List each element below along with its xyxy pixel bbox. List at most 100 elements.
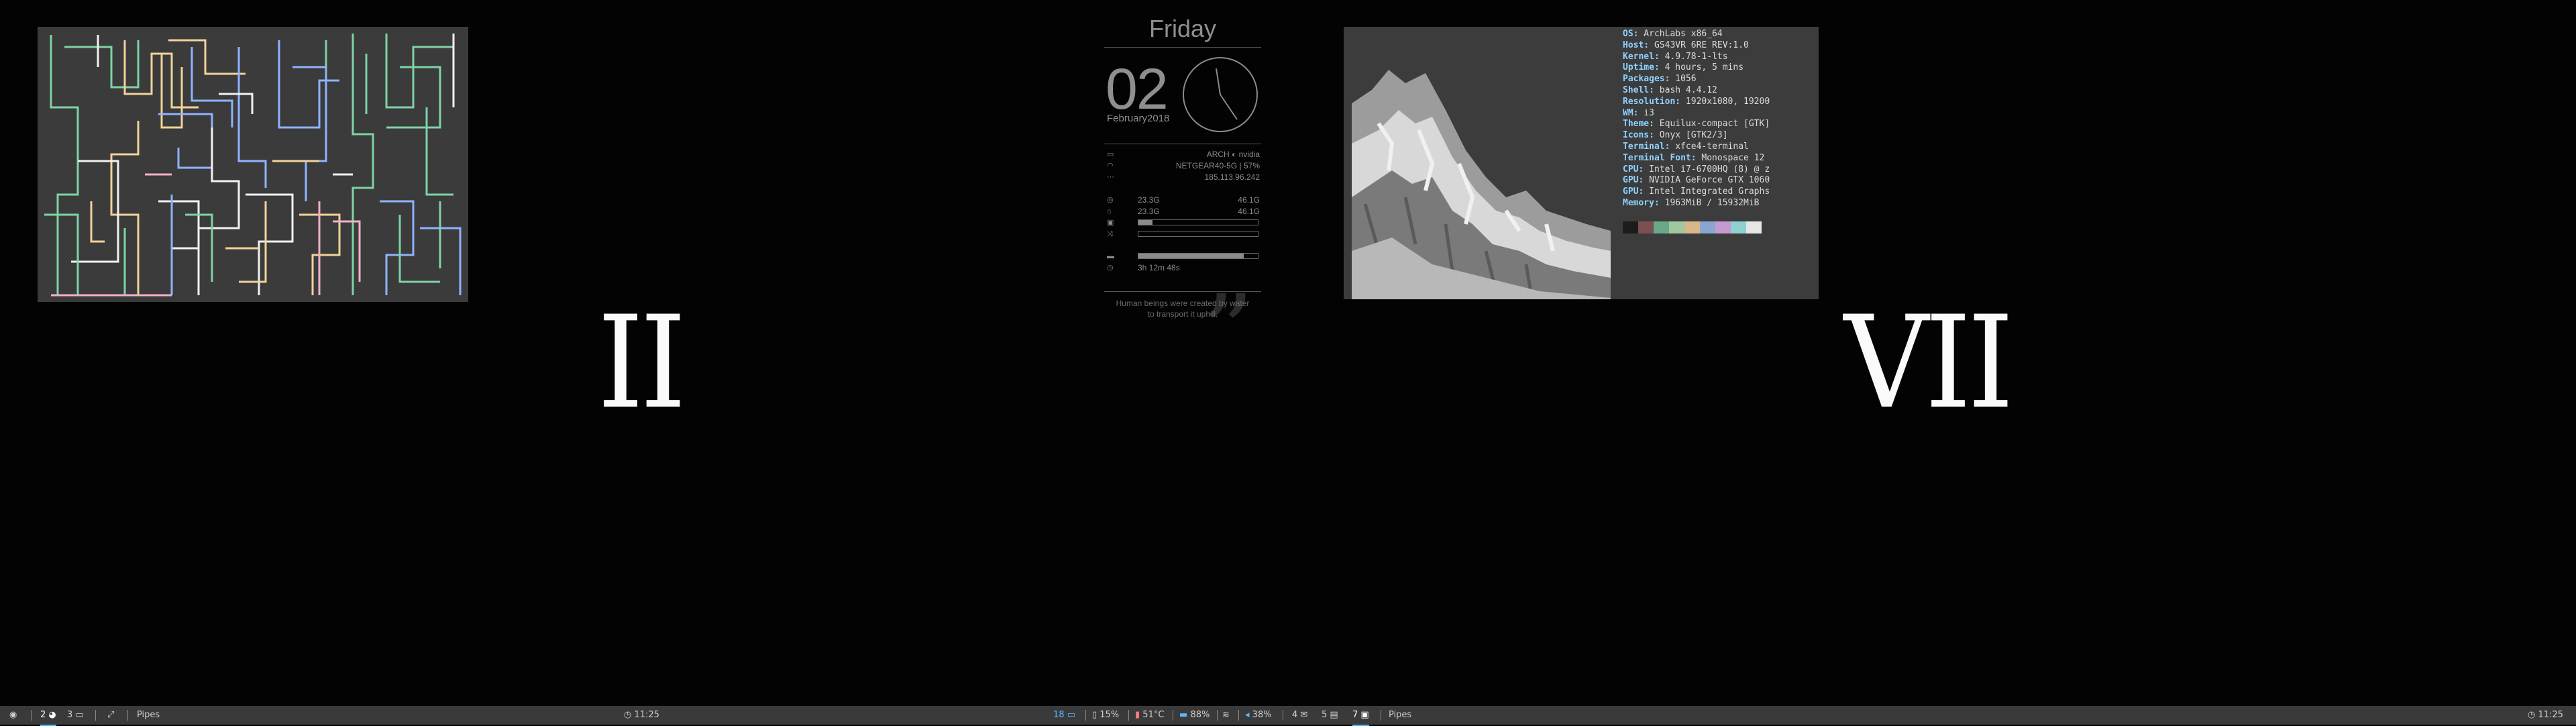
- uptime-label: 3h 12m 48s: [1138, 263, 1180, 272]
- battery-bar: [1138, 253, 1258, 259]
- palette-swatch: [1746, 221, 1762, 234]
- arch-menu-icon[interactable]: ◉: [9, 706, 17, 725]
- neofetch-key: Theme:: [1623, 119, 1654, 129]
- disk-icon: ◎: [1107, 196, 1114, 204]
- palette-swatch: [1623, 221, 1638, 234]
- palette-swatch: [1731, 221, 1746, 234]
- ip-label: 185.113.96.242: [1204, 172, 1260, 182]
- neofetch-value: bash 4.4.12: [1654, 85, 1717, 95]
- workspace-5[interactable]: 5 ▤: [1322, 706, 1338, 725]
- neofetch-value: xfce4-terminal: [1670, 141, 1749, 152]
- neofetch-info: OS: ArchLabs x86_64 Host: GS43VR 6RE REV:…: [1623, 29, 1770, 209]
- distro-label: ARCH: [1206, 150, 1230, 159]
- gpu-label: nvidia: [1238, 150, 1260, 159]
- pipes-window[interactable]: [38, 27, 468, 302]
- neofetch-key: Uptime:: [1623, 62, 1660, 73]
- quote-text: Human beings were created by water to tr…: [1116, 299, 1250, 319]
- neofetch-value: i3: [1638, 107, 1654, 118]
- neofetch-value: NVIDIA GeForce GTX 1060: [1644, 175, 1770, 186]
- workspace-indicator[interactable]: 18 ▭: [1053, 706, 1075, 725]
- nvidia-icon: ◐: [1232, 150, 1237, 159]
- neofetch-line: Terminal: xfce4-terminal: [1623, 142, 1770, 153]
- neofetch-value: Equilux-compact [GTK]: [1654, 119, 1770, 129]
- neofetch-line: CPU: Intel i7-6700HQ (8) @ z: [1623, 164, 1770, 176]
- neofetch-value: Intel i7-6700HQ (8) @ z: [1644, 164, 1770, 174]
- separator: [95, 710, 96, 721]
- neofetch-key: Terminal Font:: [1623, 152, 1697, 163]
- network-label: NETGEAR40-5G | 57%: [1175, 161, 1260, 170]
- cpu-status: ▯ 15%: [1092, 706, 1119, 725]
- conky-day: Friday: [1148, 15, 1217, 42]
- workspace-7[interactable]: 7 ▣: [1352, 706, 1369, 726]
- neofetch-value: Intel Integrated Graphs: [1644, 187, 1770, 197]
- palette-swatch: [1669, 221, 1684, 234]
- neofetch-line: Shell: bash 4.4.12: [1623, 85, 1770, 97]
- separator: [1085, 710, 1086, 721]
- fullscreen-icon[interactable]: ⤢: [107, 706, 114, 725]
- wifi-status[interactable]: ≋: [1222, 706, 1230, 725]
- battery-icon: ▬: [1179, 710, 1188, 720]
- cpu-bar: [1138, 219, 1258, 225]
- clock-left: ◷ 11:25: [624, 706, 659, 725]
- battery-icon: ▬: [1107, 252, 1114, 260]
- neofetch-value: ArchLabs x86_64: [1638, 29, 1723, 39]
- volume-status[interactable]: ◂ 38%: [1245, 706, 1272, 725]
- neofetch-value: Onyx [GTK2/3]: [1654, 130, 1728, 141]
- cpu-value: 15%: [1099, 710, 1120, 720]
- terminal-icon: ▣: [1360, 710, 1369, 720]
- neofetch-line: Resolution: 1920x1080, 19200: [1623, 97, 1770, 108]
- separator: [127, 710, 128, 721]
- clock-text: 11:25: [634, 710, 659, 720]
- conky-widget: Friday 02 February2018 ▭ ARCH ◐ nvidia ◠…: [1104, 12, 1261, 382]
- conky-disk2-row: ⌂ 23.3G 46.1G: [1104, 206, 1261, 217]
- mem-bar: [1138, 231, 1258, 237]
- terminal-window[interactable]: OS: ArchLabs x86_64 Host: GS43VR 6RE REV:…: [1344, 27, 1819, 299]
- taskbar: ◉ 2 ◕ 3 ▭ ⤢ Pipes ◷ 11:25 18 ▭ ▯ 15% ▮ 5…: [0, 706, 2576, 726]
- volume-value: 38%: [1252, 710, 1272, 720]
- neofetch-value: 1920x1080, 19200: [1680, 96, 1770, 107]
- clock-icon: ◷: [2528, 710, 2536, 720]
- palette-swatch: [1684, 221, 1700, 234]
- conky-network-row: ◠ NETGEAR40-5G | 57%: [1104, 160, 1261, 171]
- conky-date: 02: [1106, 57, 1169, 121]
- temperature-status: ▮ 51°C: [1135, 706, 1164, 725]
- neofetch-key: Icons:: [1623, 130, 1654, 141]
- clock-icon: ◷: [1107, 264, 1114, 272]
- mail-icon: ✉: [1300, 710, 1308, 720]
- neofetch-key: WM:: [1623, 107, 1639, 118]
- neofetch-value: 1056: [1670, 74, 1697, 85]
- neofetch-value: 4.9.78-1-lts: [1659, 51, 1728, 62]
- workspace-4[interactable]: 4 ✉: [1292, 706, 1307, 725]
- neofetch-line: Terminal Font: Monospace 12: [1623, 153, 1770, 164]
- neofetch-value: Monospace 12: [1696, 152, 1765, 163]
- window-title-right[interactable]: Pipes: [1389, 706, 1411, 725]
- neofetch-key: Resolution:: [1623, 96, 1681, 107]
- neofetch-key: OS:: [1623, 29, 1639, 39]
- battery-bar-fill: [1138, 254, 1244, 258]
- neofetch-value: 4 hours, 5 mins: [1659, 62, 1744, 73]
- conky-ip-row: ⋯ 185.113.96.242: [1104, 172, 1261, 183]
- thermometer-icon: ▮: [1135, 710, 1140, 720]
- neofetch-line: Host: GS43VR 6RE REV:1.0: [1623, 40, 1770, 52]
- volume-icon: ◂: [1245, 710, 1250, 720]
- workspace-3[interactable]: 3 ▭: [67, 706, 84, 725]
- battery-value: 88%: [1190, 710, 1210, 720]
- separator: [1217, 710, 1218, 721]
- cpu-icon: ▯: [1092, 710, 1097, 720]
- neofetch-value: GS43VR 6RE REV:1.0: [1649, 40, 1749, 50]
- window-title[interactable]: Pipes: [137, 706, 160, 725]
- neofetch-line: GPU: Intel Integrated Graphs: [1623, 187, 1770, 198]
- neofetch-line: OS: ArchLabs x86_64: [1623, 29, 1770, 40]
- window-icon: ▭: [1067, 710, 1075, 720]
- ellipsis-icon: ⋯: [1107, 173, 1114, 181]
- quote-mark-icon: ”: [1202, 274, 1254, 391]
- workspace-label: 7: [1352, 710, 1358, 720]
- workspace-current: 18: [1053, 710, 1065, 720]
- neofetch-key: GPU:: [1623, 175, 1644, 186]
- color-palette: [1623, 221, 1762, 234]
- workspace-2[interactable]: 2 ◕: [40, 706, 56, 726]
- disk2-used: 23.3G: [1138, 207, 1160, 216]
- neofetch-key: Host:: [1623, 40, 1650, 50]
- neofetch-key: Packages:: [1623, 74, 1670, 85]
- workspace-label: 4: [1292, 710, 1298, 720]
